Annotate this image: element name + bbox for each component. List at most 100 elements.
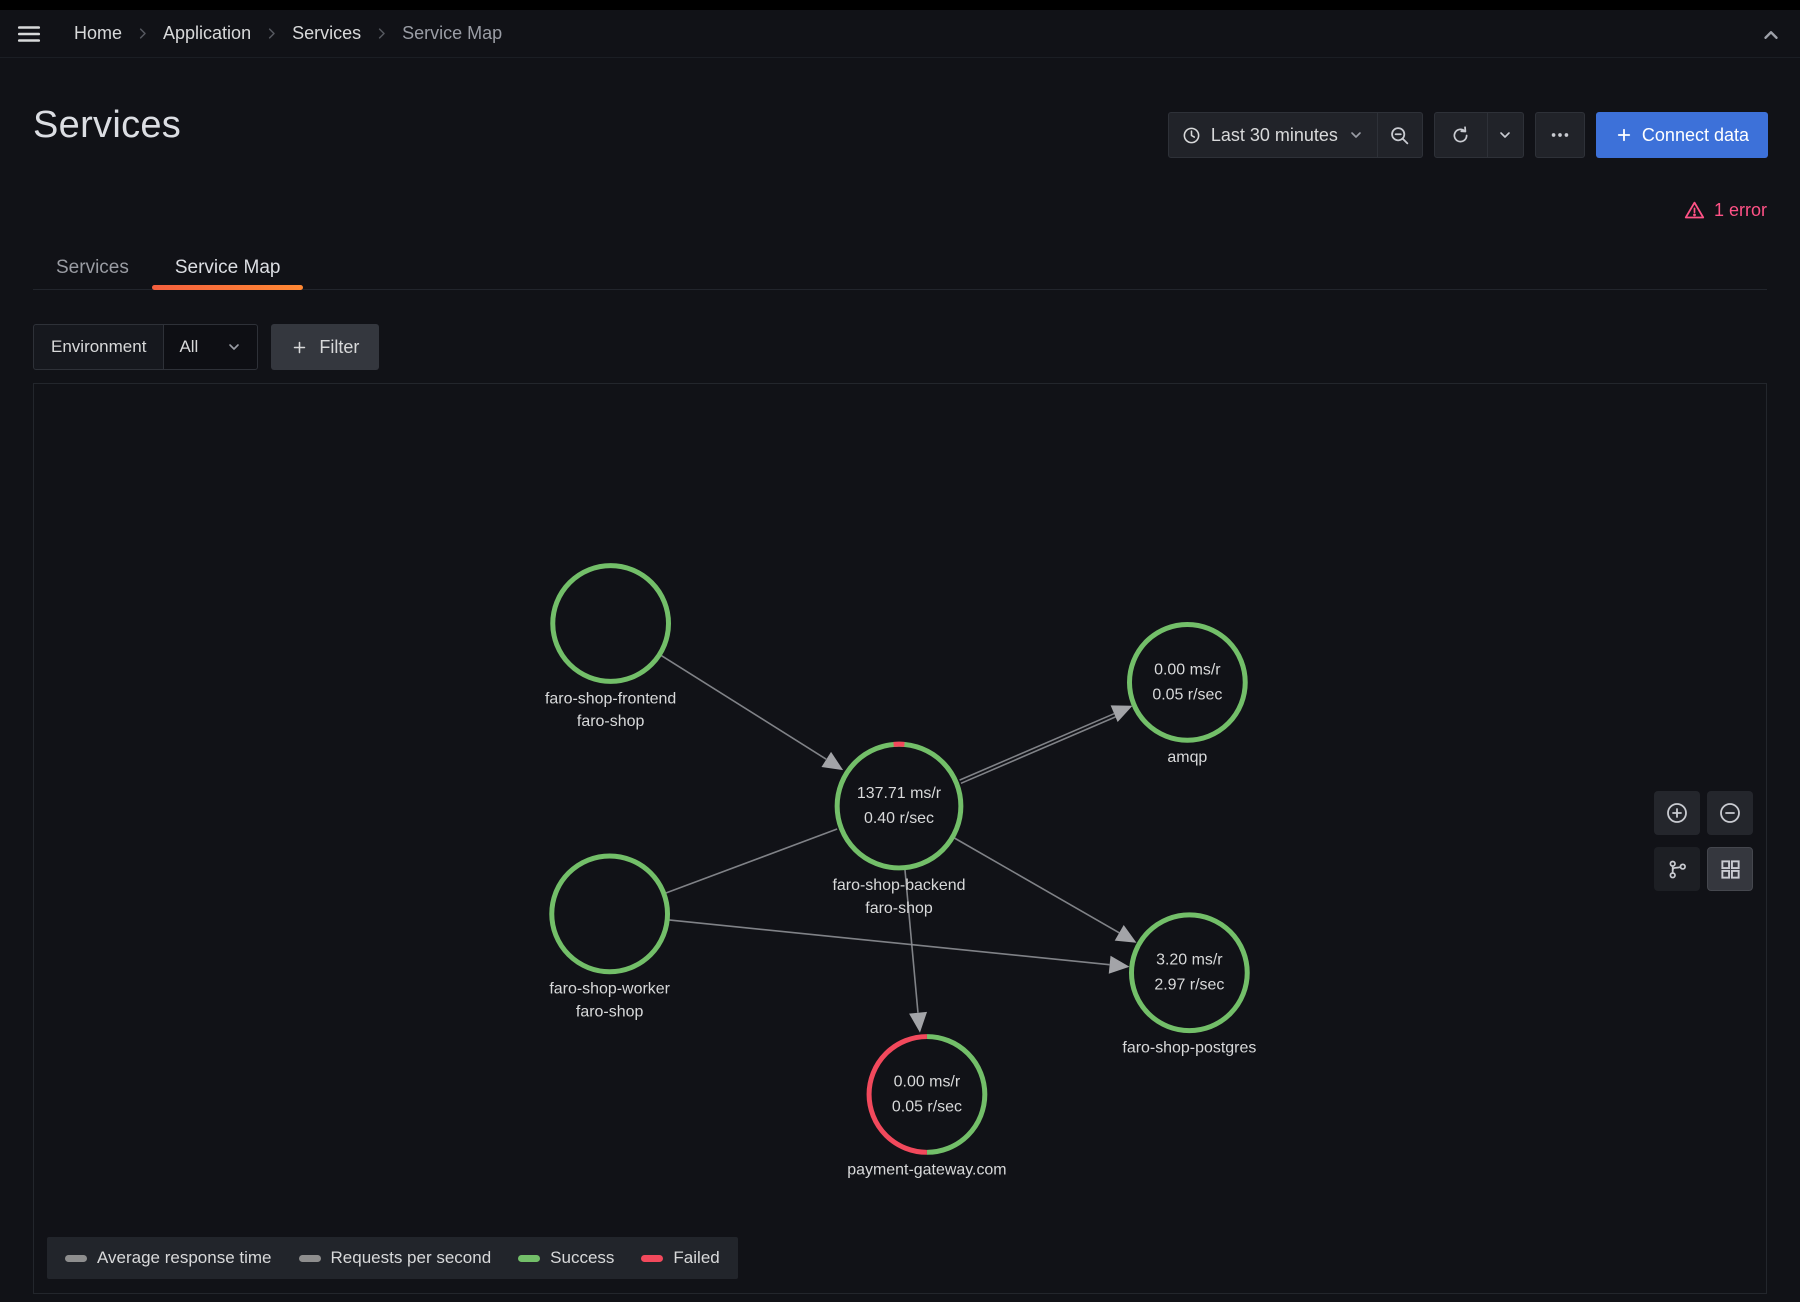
error-badge-label: 1 error <box>1714 200 1767 221</box>
node-label: faro-shop-frontend <box>545 690 676 707</box>
time-picker-group: Last 30 minutes <box>1168 112 1423 158</box>
magnifier-minus-icon <box>1389 125 1410 146</box>
edge-worker-backend <box>664 829 838 894</box>
service-map-panel: faro-shop-frontend faro-shop 137.71 ms/r… <box>33 383 1767 1294</box>
graph-layout-button[interactable] <box>1654 847 1700 891</box>
node-label: faro-shop-postgres <box>1122 1040 1256 1057</box>
node-label: faro-shop-backend <box>832 877 965 894</box>
time-zoom-out-button[interactable] <box>1377 113 1422 157</box>
refresh-button[interactable] <box>1435 113 1487 157</box>
chevron-down-icon <box>1497 127 1513 143</box>
map-legend: Average response time Requests per secon… <box>47 1237 738 1279</box>
node-avg-response: 0.00 ms/r <box>894 1073 961 1090</box>
breadcrumb-application[interactable]: Application <box>163 23 251 44</box>
arrowhead <box>909 1012 927 1033</box>
hamburger-icon <box>16 21 42 47</box>
node-label: faro-shop-worker <box>549 981 670 998</box>
tab-services[interactable]: Services <box>33 246 152 289</box>
legend-label: Success <box>550 1248 614 1268</box>
refresh-group <box>1434 112 1524 158</box>
chevron-down-icon <box>1348 127 1364 143</box>
tabs: Services Service Map <box>33 246 1767 290</box>
filter-bar: Environment All Filter <box>33 324 379 370</box>
menu-button[interactable] <box>16 16 56 52</box>
legend-item-failed: Failed <box>641 1248 719 1268</box>
node-avg-response: 3.20 ms/r <box>1156 952 1223 969</box>
plus-icon <box>1615 126 1633 144</box>
node-faro-shop-backend[interactable]: 137.71 ms/r 0.40 r/sec faro-shop-backend… <box>832 744 965 917</box>
refresh-dropdown-button[interactable] <box>1487 113 1523 157</box>
environment-select[interactable]: All <box>163 324 258 370</box>
node-label: payment-gateway.com <box>847 1161 1006 1178</box>
legend-label: Failed <box>673 1248 719 1268</box>
circle-minus-icon <box>1718 801 1742 825</box>
edge-frontend-backend <box>660 654 827 759</box>
edges <box>660 654 1137 1032</box>
node-amqp[interactable]: 0.00 ms/r 0.05 r/sec amqp <box>1129 624 1245 766</box>
add-filter-button[interactable]: Filter <box>271 324 379 370</box>
ellipsis-icon <box>1549 124 1571 146</box>
legend-swatch <box>299 1255 321 1262</box>
breadcrumb-service-map: Service Map <box>402 23 502 44</box>
environment-filter: Environment All <box>33 324 258 370</box>
header-toolbar: Last 30 minutes Connect data <box>1168 112 1768 158</box>
arrowhead <box>821 752 843 770</box>
breadcrumb: Home Application Services Service Map <box>74 23 502 44</box>
node-rate: 0.40 r/sec <box>864 810 934 827</box>
legend-swatch <box>518 1255 540 1262</box>
legend-item-requests: Requests per second <box>299 1248 492 1268</box>
map-zoom-in-button[interactable] <box>1654 791 1700 835</box>
breadcrumb-services[interactable]: Services <box>292 23 361 44</box>
node-label: amqp <box>1167 749 1207 766</box>
edge-worker-postgres <box>668 920 1110 965</box>
chevron-up-icon <box>1760 24 1782 46</box>
warning-triangle-icon <box>1684 200 1705 221</box>
service-map-canvas[interactable]: faro-shop-frontend faro-shop 137.71 ms/r… <box>34 384 1766 1293</box>
chevron-right-icon <box>264 26 279 41</box>
legend-label: Average response time <box>97 1248 272 1268</box>
more-options-button[interactable] <box>1535 112 1585 158</box>
legend-item-success: Success <box>518 1248 614 1268</box>
legend-item-avg-response: Average response time <box>65 1248 272 1268</box>
plus-icon <box>291 339 308 356</box>
time-picker-button[interactable]: Last 30 minutes <box>1169 113 1377 157</box>
chevron-right-icon <box>135 26 150 41</box>
tab-service-map[interactable]: Service Map <box>152 246 304 289</box>
node-faro-shop-worker[interactable]: faro-shop-worker faro-shop <box>549 856 670 1021</box>
collapse-button[interactable] <box>1760 24 1782 49</box>
grid-squares-icon <box>1719 858 1742 881</box>
chevron-right-icon <box>374 26 389 41</box>
edge-backend-amqp-1 <box>960 714 1115 780</box>
clock-icon <box>1182 126 1201 145</box>
environment-value: All <box>179 337 198 357</box>
add-filter-label: Filter <box>319 337 359 358</box>
breadcrumb-bar: Home Application Services Service Map <box>0 10 1800 58</box>
failed-segment <box>869 1037 927 1153</box>
git-branch-icon <box>1666 858 1689 881</box>
node-avg-response: 137.71 ms/r <box>857 785 942 802</box>
circle-plus-icon <box>1665 801 1689 825</box>
map-controls <box>1654 791 1753 891</box>
error-badge[interactable]: 1 error <box>1684 200 1767 221</box>
node-faro-shop-postgres[interactable]: 3.20 ms/r 2.97 r/sec faro-shop-postgres <box>1122 915 1256 1057</box>
node-avg-response: 0.00 ms/r <box>1154 661 1221 678</box>
environment-label: Environment <box>33 324 164 370</box>
grid-layout-button[interactable] <box>1707 847 1753 891</box>
node-payment-gateway[interactable]: 0.00 ms/r 0.05 r/sec payment-gateway.com <box>847 1037 1006 1179</box>
legend-swatch <box>641 1255 663 1262</box>
node-namespace: faro-shop <box>865 900 933 917</box>
map-zoom-out-button[interactable] <box>1707 791 1753 835</box>
grafana-services-page: Home Application Services Service Map Se… <box>0 0 1800 1302</box>
connect-data-button[interactable]: Connect data <box>1596 112 1768 158</box>
node-rate: 0.05 r/sec <box>1152 686 1222 703</box>
node-rate: 2.97 r/sec <box>1154 977 1224 994</box>
connect-data-label: Connect data <box>1642 125 1749 146</box>
refresh-icon <box>1450 125 1471 146</box>
node-faro-shop-frontend[interactable]: faro-shop-frontend faro-shop <box>545 566 676 731</box>
node-namespace: faro-shop <box>576 1004 644 1021</box>
chevron-down-icon <box>226 339 242 355</box>
arrowhead <box>1109 956 1130 974</box>
page-title: Services <box>33 104 181 147</box>
breadcrumb-home[interactable]: Home <box>74 23 122 44</box>
success-segment <box>927 1037 985 1153</box>
